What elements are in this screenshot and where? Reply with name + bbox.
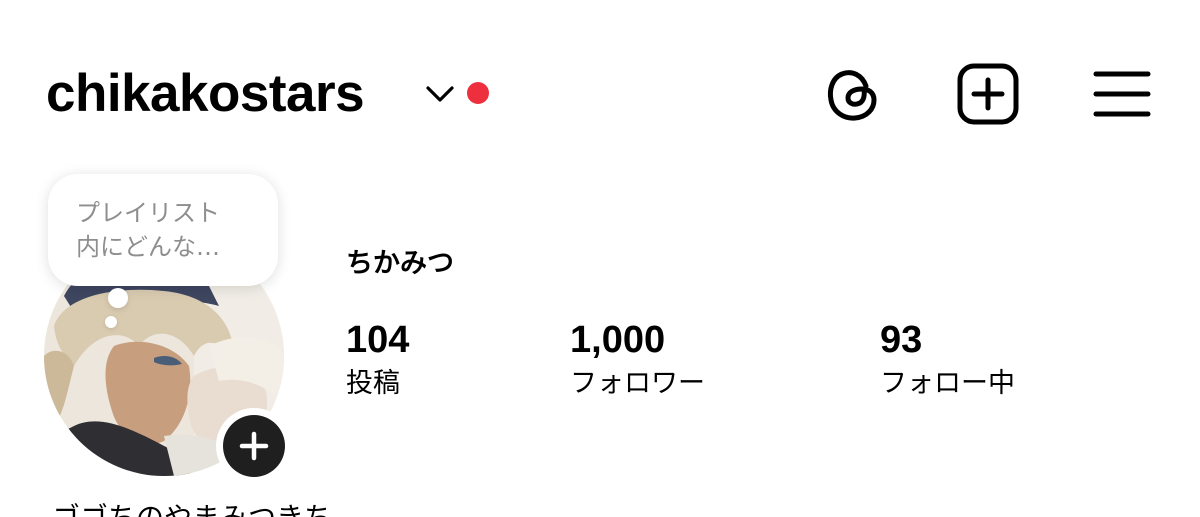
following-label: フォロー中 bbox=[880, 368, 1015, 399]
note-tail-small bbox=[105, 316, 117, 328]
posts-count: 104 bbox=[346, 319, 410, 361]
username-title[interactable]: chikakostars bbox=[46, 63, 365, 125]
display-name: ちかみつ bbox=[346, 248, 454, 279]
menu-icon[interactable] bbox=[1090, 62, 1154, 126]
note-tail bbox=[108, 288, 128, 308]
following-stat[interactable]: 93 フォロー中 bbox=[880, 318, 1015, 402]
bio-text: ゴゴちのやまみつきち bbox=[52, 500, 332, 517]
threads-icon[interactable] bbox=[822, 62, 886, 126]
note-bubble[interactable]: プレイリスト 内にどんな… bbox=[48, 174, 278, 286]
followers-label: フォロワー bbox=[570, 368, 705, 399]
chevron-down-icon[interactable] bbox=[424, 82, 456, 106]
followers-stat[interactable]: 1,000 フォロワー bbox=[570, 318, 705, 402]
note-text: プレイリスト 内にどんな… bbox=[76, 199, 220, 261]
profile-screen: chikakostars プレイリスト 内にどんな… ちかみつ 104 投稿 1… bbox=[0, 0, 1200, 517]
posts-label: 投稿 bbox=[346, 368, 400, 399]
create-post-icon[interactable] bbox=[956, 62, 1020, 126]
posts-stat[interactable]: 104 投稿 bbox=[346, 318, 409, 402]
following-count: 93 bbox=[880, 319, 923, 361]
add-story-button[interactable] bbox=[216, 408, 292, 484]
notification-dot bbox=[467, 82, 489, 104]
followers-count: 1,000 bbox=[570, 319, 666, 361]
add-story-icon bbox=[223, 415, 285, 477]
